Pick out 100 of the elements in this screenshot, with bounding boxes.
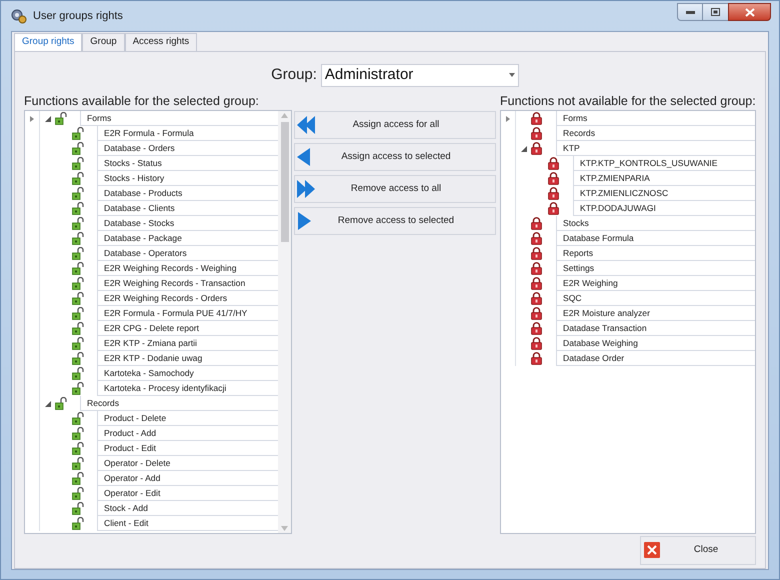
unlocked-padlock-icon — [55, 112, 67, 125]
unlocked-padlock-icon — [72, 157, 84, 170]
tree-item[interactable]: Database - Products — [97, 186, 278, 201]
unlocked-padlock-icon — [72, 172, 84, 185]
tree-item[interactable]: Kartoteka - Procesy identyfikacji — [97, 381, 278, 396]
unlocked-padlock-icon — [55, 397, 67, 410]
tree-item[interactable]: Forms — [80, 111, 278, 126]
group-dropdown[interactable]: Administrator — [320, 64, 519, 86]
tree-item[interactable]: E2R Weighing Records - Transaction — [97, 276, 278, 291]
section-heading: Functions not available for the selected group: — [500, 93, 756, 110]
tree-item[interactable]: E2R Weighing Records - Weighing — [97, 261, 278, 276]
locked-padlock-icon — [531, 142, 542, 155]
unlocked-padlock-icon — [72, 442, 84, 455]
right-arrow-icon — [297, 212, 311, 230]
tree-item[interactable]: Stocks - Status — [97, 156, 278, 171]
tree-item[interactable]: E2R KTP - Dodanie uwag — [97, 351, 278, 366]
locked-padlock-icon — [548, 157, 559, 170]
tree-item[interactable]: E2R KTP - Zmiana partii — [97, 336, 278, 351]
unlocked-padlock-icon — [72, 232, 84, 245]
unlocked-padlock-icon — [72, 472, 84, 485]
tree-item[interactable]: Database - Stocks — [97, 216, 278, 231]
action-button[interactable]: Assign access to selected — [294, 143, 496, 171]
locked-padlock-icon — [548, 202, 559, 215]
tree-item[interactable]: Product - Add — [97, 426, 278, 441]
tree-item[interactable]: Operator - Delete — [97, 456, 278, 471]
tree-item[interactable]: Records — [556, 126, 755, 141]
locked-padlock-icon — [531, 277, 542, 290]
tree-item[interactable]: KTP.KTP_KONTROLS_USUWANIE — [573, 156, 755, 171]
unlocked-padlock-icon — [72, 412, 84, 425]
tree-item[interactable]: Settings — [556, 261, 755, 276]
tree-item[interactable]: Reports — [556, 246, 755, 261]
tree-item[interactable]: KTP.ZMIENPARIA — [573, 171, 755, 186]
unlocked-padlock-icon — [72, 187, 84, 200]
action-button[interactable]: Remove access to all — [294, 175, 496, 203]
collapse-arrow-icon[interactable] — [45, 116, 51, 122]
unlocked-padlock-icon — [72, 307, 84, 320]
tree-item[interactable]: Database - Clients — [97, 201, 278, 216]
close-icon — [744, 8, 754, 16]
tree-item[interactable]: Records — [80, 396, 278, 411]
locked-padlock-icon — [531, 337, 542, 350]
unlocked-padlock-icon — [72, 202, 84, 215]
unlocked-padlock-icon — [72, 457, 84, 470]
unlocked-padlock-icon — [72, 247, 84, 260]
tree-item[interactable]: Stocks - History — [97, 171, 278, 186]
action-button[interactable]: Remove access to selected — [294, 207, 496, 235]
tree-item[interactable]: Database - Operators — [97, 246, 278, 261]
tree-item[interactable]: Stocks — [556, 216, 755, 231]
tree-item[interactable]: KTP.ZMIENLICZNOSC — [573, 186, 755, 201]
tree-item[interactable]: Database - Package — [97, 231, 278, 246]
dropdown-arrow-icon — [508, 73, 515, 77]
tree-item[interactable]: Operator - Add — [97, 471, 278, 486]
tree-item[interactable]: Product - Edit — [97, 441, 278, 456]
tree-item[interactable]: Database Formula — [556, 231, 755, 246]
locked-padlock-icon — [531, 247, 542, 260]
unlocked-padlock-icon — [72, 352, 84, 365]
unlocked-padlock-icon — [72, 277, 84, 290]
tree-item[interactable]: Kartoteka - Samochody — [97, 366, 278, 381]
unlocked-padlock-icon — [72, 367, 84, 380]
minimize-button[interactable] — [677, 3, 703, 21]
locked-padlock-icon — [531, 262, 542, 275]
tab[interactable]: Access rights — [124, 33, 198, 51]
tree-item[interactable]: Database Weighing — [556, 336, 755, 351]
group-label: Group: — [271, 64, 317, 85]
window-title: User groups rights — [33, 8, 123, 24]
tree-item[interactable]: Forms — [556, 111, 755, 126]
scrollbar-thumb[interactable] — [280, 122, 288, 242]
tree-item[interactable]: Datadase Order — [556, 351, 755, 366]
action-button[interactable]: Assign access for all — [294, 111, 496, 139]
locked-padlock-icon — [531, 352, 542, 365]
tree-item[interactable]: KTP.DODAJUWAGI — [573, 201, 755, 216]
tree-item[interactable]: Database - Orders — [97, 141, 278, 156]
tree-item[interactable]: Client - Edit — [97, 516, 278, 531]
tree-item[interactable]: E2R Weighing — [556, 276, 755, 291]
tree-item[interactable]: SQC — [556, 291, 755, 306]
scrollbar[interactable] — [278, 111, 291, 533]
tab[interactable]: Group rights — [14, 33, 82, 51]
close-dialog-button[interactable]: Close — [640, 536, 756, 564]
double-left-arrow-icon — [297, 116, 317, 134]
section-heading: Functions available for the selected group: — [24, 93, 260, 110]
tree-item[interactable]: E2R Formula - Formula — [97, 126, 278, 141]
tree-item[interactable]: KTP — [556, 141, 755, 156]
unlocked-padlock-icon — [72, 262, 84, 275]
close-button[interactable] — [728, 3, 771, 21]
maximize-button[interactable] — [703, 3, 728, 21]
tree-item[interactable]: E2R CPG - Delete report — [97, 321, 278, 336]
unlocked-padlock-icon — [72, 217, 84, 230]
tree-item[interactable]: E2R Formula - Formula PUE 41/7/HY — [97, 306, 278, 321]
locked-padlock-icon — [531, 127, 542, 140]
tab[interactable]: Group — [82, 33, 125, 51]
tree-item[interactable]: Product - Delete — [97, 411, 278, 426]
tree-item[interactable]: E2R Moisture analyzer — [556, 306, 755, 321]
collapse-arrow-icon[interactable] — [45, 400, 51, 406]
tree-item[interactable]: Datadase Transaction — [556, 321, 755, 336]
tree-item[interactable]: Stock - Add — [97, 501, 278, 516]
collapse-arrow-icon[interactable] — [521, 146, 527, 152]
tree-item[interactable]: E2R Weighing Records - Orders — [97, 291, 278, 306]
unlocked-padlock-icon — [72, 337, 84, 350]
close-icon — [644, 542, 660, 558]
tree-item[interactable]: Operator - Edit — [97, 486, 278, 501]
minimize-icon — [686, 10, 694, 14]
